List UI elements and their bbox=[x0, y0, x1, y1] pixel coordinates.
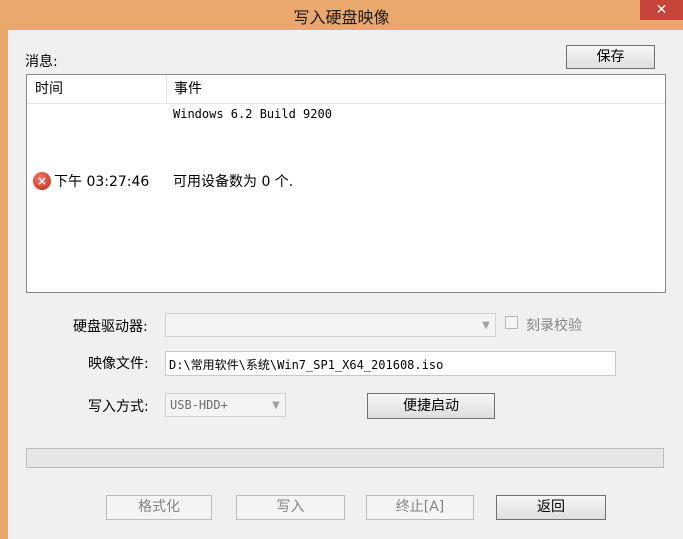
write-mode-select[interactable]: USB-HDD+ ▼ bbox=[165, 393, 286, 417]
window-title: 写入硬盘映像 bbox=[293, 8, 390, 27]
save-button[interactable]: 保存 bbox=[566, 45, 655, 69]
stop-button[interactable]: 终止[A] bbox=[366, 495, 474, 520]
back-button[interactable]: 返回 bbox=[496, 495, 606, 520]
drive-label: 硬盘驱动器: bbox=[73, 319, 148, 335]
column-header-event[interactable]: 事件 bbox=[166, 75, 665, 103]
image-file-label: 映像文件: bbox=[88, 356, 149, 372]
title-bar: 写入硬盘映像 ✕ bbox=[0, 0, 683, 30]
list-item-time: 下午 03:27:46 bbox=[54, 174, 150, 190]
format-button[interactable]: 格式化 bbox=[106, 495, 212, 520]
verify-label: 刻录校验 bbox=[526, 318, 582, 334]
chevron-down-icon: ▼ bbox=[272, 399, 280, 411]
message-list-header: 时间 事件 bbox=[27, 75, 665, 104]
messages-label: 消息: bbox=[25, 54, 58, 70]
list-item-event: Windows 6.2 Build 9200 bbox=[173, 107, 332, 121]
error-icon: × bbox=[33, 172, 51, 190]
close-icon: ✕ bbox=[655, 2, 668, 18]
chevron-down-icon: ▼ bbox=[482, 319, 490, 331]
list-item-event: 可用设备数为 0 个. bbox=[173, 174, 294, 190]
quick-boot-button[interactable]: 便捷启动 bbox=[367, 393, 495, 419]
write-mode-label: 写入方式: bbox=[88, 399, 149, 415]
progress-bar bbox=[26, 448, 664, 468]
close-button[interactable]: ✕ bbox=[640, 0, 683, 20]
write-button[interactable]: 写入 bbox=[236, 495, 345, 520]
column-header-time[interactable]: 时间 bbox=[27, 75, 166, 103]
verify-checkbox[interactable] bbox=[505, 316, 518, 329]
image-file-input[interactable]: D:\常用软件\系统\Win7_SP1_X64_201608.iso bbox=[165, 351, 616, 376]
message-list[interactable]: 时间 事件 Windows 6.2 Build 9200 × 下午 03:27:… bbox=[26, 74, 666, 293]
dialog-client: 消息: 保存 时间 事件 Windows 6.2 Build 9200 × 下午… bbox=[8, 30, 683, 539]
drive-select[interactable]: ▼ bbox=[165, 313, 496, 337]
